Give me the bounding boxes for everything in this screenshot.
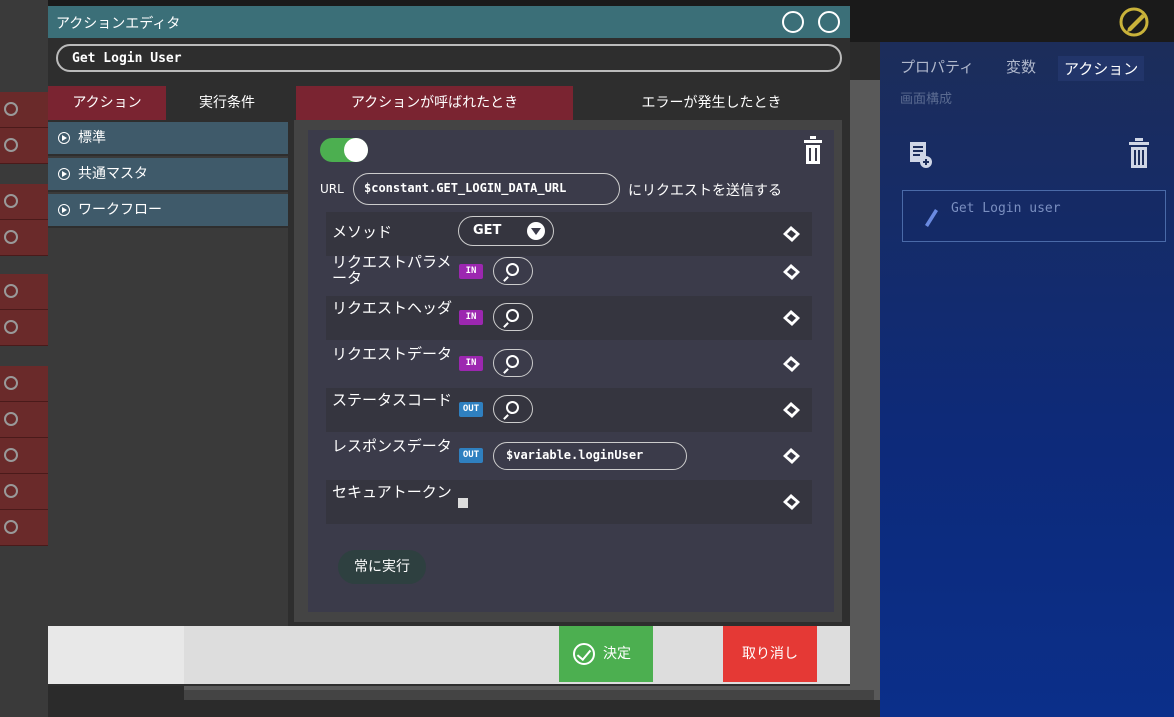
response-data-field[interactable]: $variable.loginUser [493,442,687,470]
category-list: 標準 共通マスタ ワークフロー [48,122,288,626]
in-badge: IN [459,264,483,279]
eraser-icon[interactable] [782,356,800,372]
eraser-icon[interactable] [782,402,800,418]
bg-list-item[interactable] [0,310,48,346]
eraser-icon[interactable] [782,226,800,242]
out-badge: OUT [459,448,483,463]
dialog-title: アクションエディタ [56,16,181,32]
bg-list-item[interactable] [0,274,48,310]
param-row-request-param: リクエストパラメータ IN [326,250,812,294]
search-icon [506,263,519,276]
canvas-edge [184,690,874,700]
category-label: 標準 [78,130,106,146]
param-row-secure-token: セキュアトークン [326,480,812,524]
screen-structure-label[interactable]: 画面構成 [900,88,952,107]
enabled-toggle[interactable] [320,138,368,162]
add-action-icon[interactable] [910,142,932,168]
bg-list-item[interactable] [0,220,48,256]
tab-action[interactable]: アクション [48,86,166,120]
in-badge: IN [459,310,483,325]
category-label: ワークフロー [78,202,162,218]
param-row-request-data: リクエストデータ IN [326,342,812,386]
search-button[interactable] [493,395,533,423]
bg-list-item[interactable] [0,438,48,474]
chevron-down-icon [527,222,545,240]
eraser-icon[interactable] [782,448,800,464]
always-run-button[interactable]: 常に実行 [338,550,426,584]
eraser-icon[interactable] [782,264,800,280]
param-label: リクエストヘッダ [332,299,453,317]
param-label: リクエストパラメータ [332,253,452,287]
category-label: 共通マスタ [78,166,148,182]
out-badge: OUT [459,402,483,417]
bg-list-item[interactable] [0,366,48,402]
tab-on-error[interactable]: エラーが発生したとき [573,86,850,120]
url-field[interactable]: $constant.GET_LOGIN_DATA_URL [353,173,620,205]
tab-condition[interactable]: 実行条件 [166,86,288,120]
category-standard[interactable]: 標準 [48,122,288,156]
param-label: メソッド [332,223,393,241]
dialog-header: アクションエディタ [48,6,850,38]
play-circle-icon [58,168,70,180]
param-row-status-code: ステータスコード OUT [326,388,812,432]
bg-list-item[interactable] [0,474,48,510]
bg-list-item[interactable] [0,92,48,128]
param-label: セキュアトークン [332,483,452,501]
category-workflow[interactable]: ワークフロー [48,194,288,228]
ok-button[interactable]: 決定 [559,626,653,682]
search-icon [506,309,519,322]
play-circle-icon [58,204,70,216]
edit-icon[interactable] [1118,6,1150,38]
param-label: レスポンスデータ [332,437,452,455]
bg-list-item[interactable] [0,402,48,438]
eraser-icon[interactable] [782,494,800,510]
expand-icon[interactable] [782,11,804,33]
tab-properties[interactable]: プロパティ [900,56,974,77]
secure-token-checkbox[interactable] [458,498,468,508]
in-badge: IN [459,356,483,371]
search-icon [506,355,519,368]
search-button[interactable] [493,257,533,285]
cancel-button[interactable]: 取り消し [723,626,817,682]
bg-list-item[interactable] [0,184,48,220]
action-name-input[interactable] [56,44,842,72]
check-circle-icon [573,643,595,665]
delete-action-icon[interactable] [1128,138,1150,168]
close-icon[interactable] [818,11,840,33]
param-row-response-data: レスポンスデータ OUT $variable.loginUser [326,434,812,478]
category-common-master[interactable]: 共通マスタ [48,158,288,192]
action-item-label: Get Login user [951,201,1061,216]
method-select[interactable]: GET [458,216,554,246]
tab-variables[interactable]: 変数 [1006,56,1036,77]
search-button[interactable] [493,303,533,331]
action-list-item[interactable]: Get Login user [902,190,1166,242]
url-label: URL [320,182,344,196]
ok-label: 決定 [603,646,631,662]
tab-actions[interactable]: アクション [1058,56,1145,81]
search-button[interactable] [493,349,533,377]
play-circle-icon [58,132,70,144]
eraser-icon[interactable] [782,310,800,326]
search-icon [506,401,519,414]
param-row-request-header: リクエストヘッダ IN [326,296,812,340]
bg-list-item[interactable] [0,510,48,546]
method-value: GET [473,223,502,238]
pencil-icon [925,209,938,227]
url-suffix: にリクエストを送信する [628,183,782,199]
toggle-knob [344,138,368,162]
tab-on-called[interactable]: アクションが呼ばれたとき [296,86,573,120]
param-label: ステータスコード [332,391,453,409]
app-left-strip [0,0,48,717]
param-label: リクエストデータ [332,345,453,363]
delete-card-icon[interactable] [804,136,822,164]
bg-list-item[interactable] [0,128,48,164]
